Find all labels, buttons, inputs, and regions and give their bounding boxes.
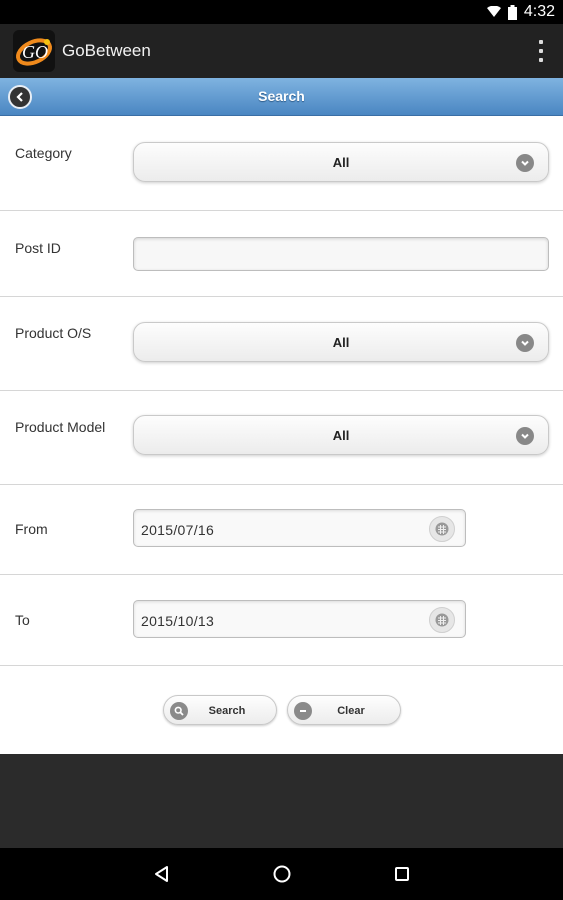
wifi-icon (486, 6, 501, 17)
chevron-down-icon (516, 154, 534, 172)
page-header: Search (0, 78, 563, 116)
to-row: To 2015/10/13 (0, 575, 563, 666)
clear-button[interactable]: Clear (287, 695, 401, 725)
product-os-value: All (332, 335, 350, 350)
status-bar: 4:32 (0, 0, 563, 24)
chevron-down-icon (516, 334, 534, 352)
to-date-input[interactable]: 2015/10/13 (133, 600, 466, 638)
to-label: To (15, 612, 30, 628)
category-select[interactable]: All (133, 142, 549, 182)
navigation-bar (0, 848, 563, 900)
category-row: Category All (0, 116, 563, 211)
overflow-menu-icon[interactable] (537, 40, 545, 62)
product-model-row: Product Model All (0, 391, 563, 485)
calendar-icon[interactable] (429, 607, 455, 633)
product-model-label: Product Model (15, 419, 106, 435)
app-bar: GO GoBetween (0, 24, 563, 78)
from-date-value: 2015/07/16 (141, 522, 215, 538)
back-nav-icon[interactable] (150, 862, 174, 886)
home-nav-icon[interactable] (270, 862, 294, 886)
status-icons: 4:32 (486, 3, 555, 21)
from-label: From (15, 521, 48, 537)
app-title: GoBetween (62, 41, 151, 60)
calendar-icon[interactable] (429, 516, 455, 542)
category-label: Category (15, 145, 72, 161)
page-title: Search (258, 88, 305, 104)
search-button-label: Search (208, 705, 246, 717)
battery-icon (507, 4, 517, 20)
recents-nav-icon[interactable] (390, 862, 414, 886)
search-button[interactable]: Search (163, 695, 277, 725)
category-value: All (332, 155, 350, 170)
product-model-select[interactable]: All (133, 415, 549, 455)
from-row: From 2015/07/16 (0, 485, 563, 575)
from-date-input[interactable]: 2015/07/16 (133, 509, 466, 547)
logo-icon: GO (16, 38, 52, 66)
status-time: 4:32 (523, 3, 555, 20)
post-id-input[interactable] (133, 237, 549, 271)
product-os-label: Product O/S (15, 325, 92, 341)
post-id-label: Post ID (15, 240, 61, 256)
svg-text:GO: GO (22, 42, 48, 62)
post-id-row: Post ID (0, 211, 563, 297)
chevron-down-icon (516, 427, 534, 445)
search-form: Category All Post ID Product O/S All Pro… (0, 116, 563, 754)
to-date-value: 2015/10/13 (141, 613, 215, 629)
product-os-row: Product O/S All (0, 297, 563, 391)
product-model-value: All (332, 428, 350, 443)
product-os-select[interactable]: All (133, 322, 549, 362)
clear-button-label: Clear (337, 705, 365, 717)
app-logo[interactable]: GO (13, 30, 55, 72)
